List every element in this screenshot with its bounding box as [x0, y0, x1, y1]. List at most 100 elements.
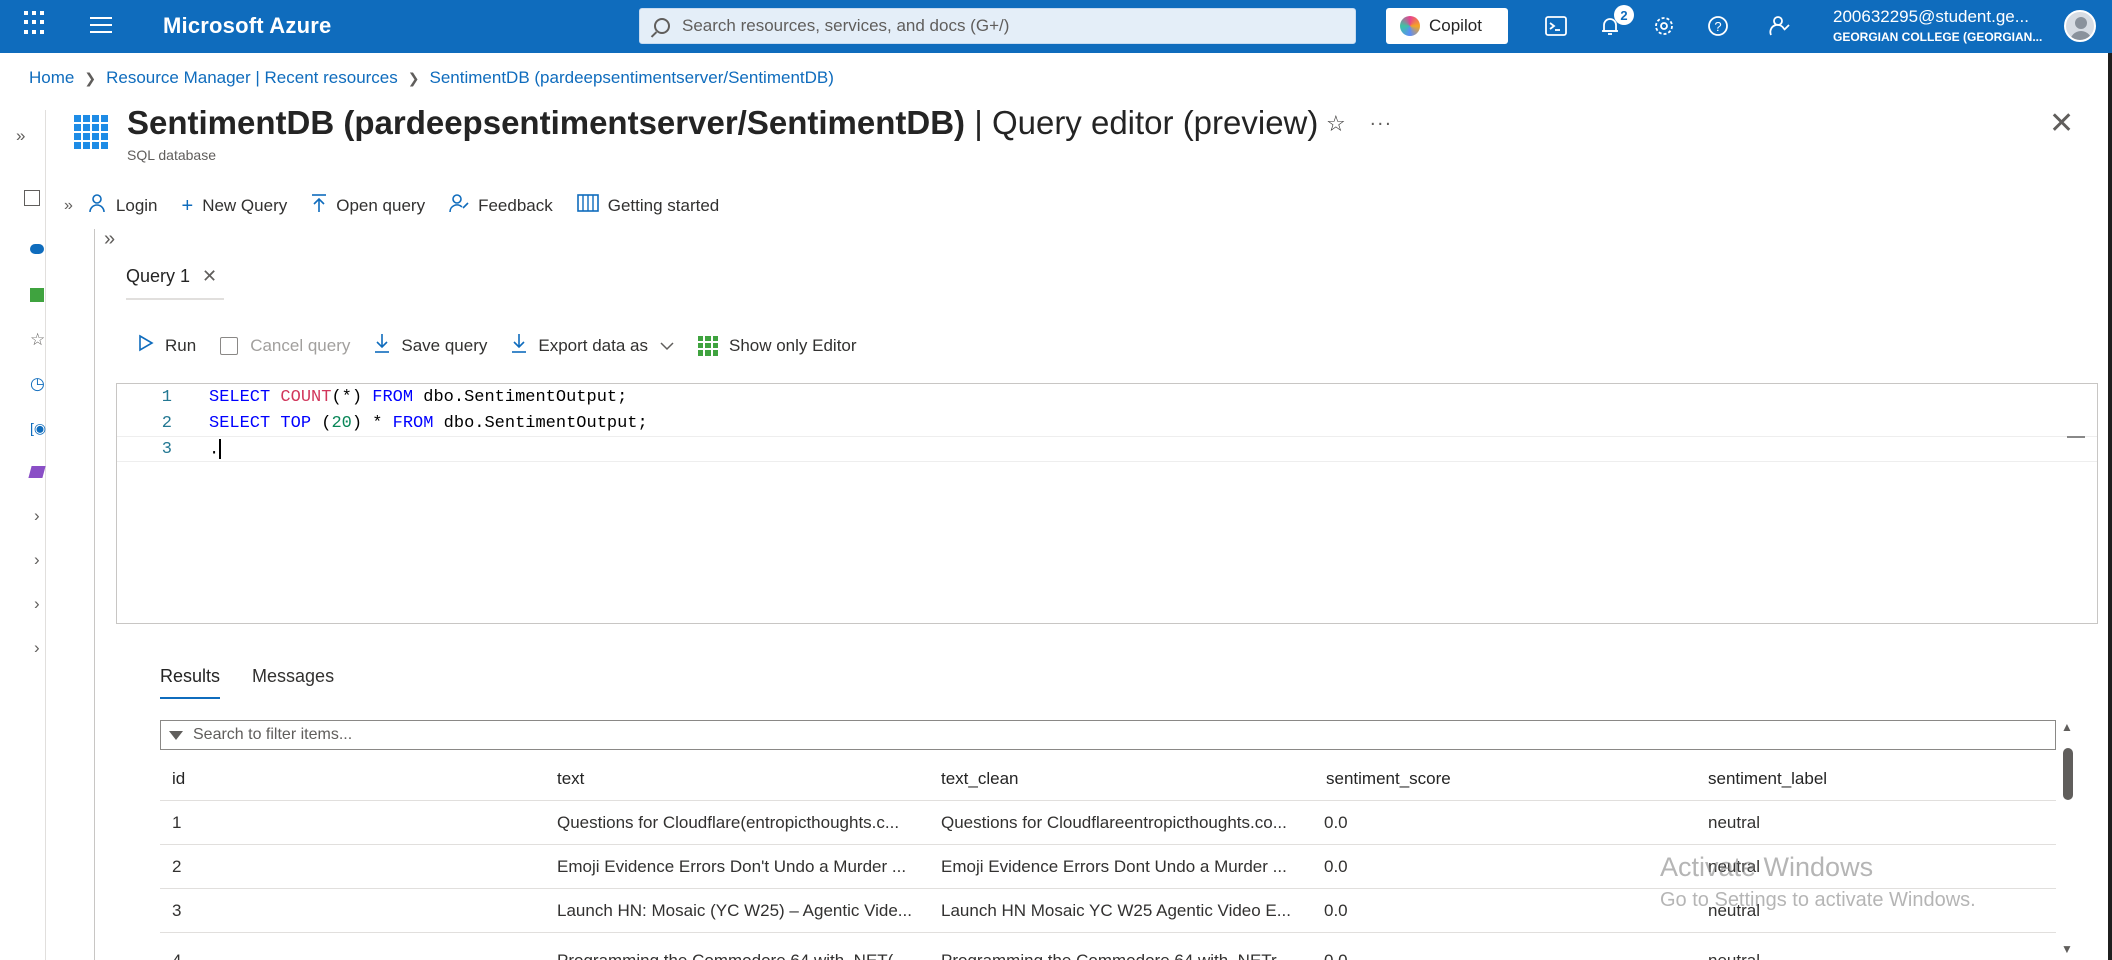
app-launcher-icon[interactable]: [24, 11, 48, 35]
user-avatar[interactable]: [2064, 10, 2096, 42]
chevron-right-icon[interactable]: ›: [34, 638, 52, 657]
code-line: 3 .: [117, 436, 2097, 462]
query-toolbar: Run Cancel query Save query Export data …: [138, 333, 881, 358]
more-options-icon[interactable]: ...: [1370, 108, 1393, 131]
portal-menu-icon[interactable]: [90, 17, 112, 33]
feedback-icon[interactable]: [1766, 12, 1794, 40]
code-text: SELECT COUNT(*) FROM dbo.SentimentOutput…: [209, 387, 628, 407]
column-header-sentiment-score[interactable]: sentiment_score: [1326, 769, 1696, 789]
sql-code-editor[interactable]: 1 SELECT COUNT(*) FROM dbo.SentimentOutp…: [116, 383, 2098, 624]
clock-icon[interactable]: ◷: [30, 374, 48, 393]
export-data-button[interactable]: Export data as: [511, 333, 674, 358]
close-blade-icon[interactable]: ✕: [2049, 106, 2074, 141]
star-icon[interactable]: ☆: [30, 330, 48, 349]
account-email: 200632295@student.ge...: [1833, 7, 2029, 26]
tab-messages[interactable]: Messages: [252, 666, 334, 699]
command-bar: » Login + New Query Open query Feedback …: [64, 190, 743, 222]
page-title: SentimentDB (pardeepsentimentserver/Sent…: [127, 104, 1318, 142]
cell-text-clean: Emoji Evidence Errors Dont Undo a Murder…: [941, 856, 1287, 876]
plus-icon: +: [181, 194, 194, 217]
login-button[interactable]: Login: [87, 193, 158, 219]
run-label: Run: [165, 335, 197, 355]
scroll-down-arrow-icon[interactable]: ▼: [2061, 942, 2073, 956]
feedback-person-icon: [449, 193, 469, 219]
tab-query-1[interactable]: Query 1 ✕: [126, 266, 217, 287]
cell-text: Launch HN: Mosaic (YC W25) – Agentic Vid…: [557, 900, 912, 920]
cell-sentiment-score: 0.0: [1324, 900, 1348, 920]
person-icon: [87, 193, 107, 219]
column-header-id[interactable]: id: [172, 769, 532, 789]
table-row[interactable]: 1 Questions for Cloudflare(entropicthoug…: [160, 800, 2056, 844]
open-query-button[interactable]: Open query: [311, 193, 425, 219]
cell-id: 2: [172, 856, 182, 876]
account-menu[interactable]: 200632295@student.ge... GEORGIAN COLLEGE…: [1833, 7, 2042, 44]
results-scrollbar[interactable]: ▲ ▼: [2061, 720, 2075, 960]
code-line: 1 SELECT COUNT(*) FROM dbo.SentimentOutp…: [117, 384, 2097, 410]
cancel-query-label: Cancel query: [250, 335, 351, 355]
global-search-input[interactable]: Search resources, services, and docs (G+…: [639, 8, 1356, 44]
breadcrumb-home[interactable]: Home: [29, 68, 74, 88]
run-button[interactable]: Run: [138, 334, 196, 357]
overview-icon[interactable]: [30, 244, 44, 254]
expand-menu-icon[interactable]: »: [16, 126, 34, 145]
feedback-button[interactable]: Feedback: [449, 193, 553, 219]
diagnose-icon[interactable]: [28, 466, 46, 478]
table-header-row: id text text_clean sentiment_score senti…: [160, 757, 2056, 801]
cancel-query-button[interactable]: Cancel query: [220, 336, 350, 356]
window-border: [2108, 53, 2112, 960]
cell-sentiment-label: neutral: [1708, 812, 1760, 832]
open-query-label: Open query: [336, 196, 426, 215]
getting-started-button[interactable]: Getting started: [576, 193, 719, 219]
cell-id: 1: [172, 812, 182, 832]
show-only-editor-button[interactable]: Show only Editor: [697, 335, 857, 356]
login-label: Login: [115, 196, 158, 215]
menu-search-icon[interactable]: [24, 190, 40, 206]
line-number: 3: [161, 439, 172, 459]
favorite-star-icon[interactable]: ☆: [1326, 111, 1346, 137]
tags-icon[interactable]: [◉: [30, 420, 48, 438]
close-tab-icon[interactable]: ✕: [202, 266, 217, 286]
new-query-button[interactable]: + New Query: [182, 195, 288, 218]
cell-text: Questions for Cloudflare(entropicthought…: [557, 812, 900, 832]
chevron-right-icon[interactable]: ›: [34, 550, 52, 569]
breadcrumb-resource-manager[interactable]: Resource Manager | Recent resources: [106, 68, 398, 88]
column-header-sentiment-label[interactable]: sentiment_label: [1708, 769, 2038, 789]
filter-icon: [169, 730, 183, 740]
watermark-subtitle: Go to Settings to activate Windows.: [1660, 889, 1976, 911]
activate-windows-watermark: Activate Windows Go to Settings to activ…: [1660, 852, 1976, 912]
settings-gear-icon[interactable]: [1650, 12, 1678, 40]
account-org: GEORGIAN COLLEGE (GEORGIAN...: [1833, 30, 2043, 44]
page-subtitle: SQL database: [127, 147, 216, 163]
cell-sentiment-score: 0.0: [1324, 856, 1348, 876]
activity-icon[interactable]: [30, 288, 44, 302]
cell-sentiment-score: 0.0: [1324, 812, 1348, 832]
column-header-text[interactable]: text: [557, 769, 930, 789]
breadcrumb-current[interactable]: SentimentDB (pardeepsentimentserver/Sent…: [430, 68, 834, 88]
code-text: SELECT TOP (20) * FROM dbo.SentimentOutp…: [209, 413, 648, 433]
help-icon[interactable]: ?: [1704, 12, 1732, 40]
scrollbar-thumb[interactable]: [2063, 748, 2073, 800]
save-query-label: Save query: [401, 335, 488, 355]
azure-brand[interactable]: Microsoft Azure: [163, 13, 331, 39]
cell-id: 4: [172, 951, 532, 960]
collapse-explorer-icon[interactable]: »: [104, 228, 115, 251]
scroll-up-arrow-icon[interactable]: ▲: [2061, 720, 2073, 734]
table-row[interactable]: 4 Programming the Commodore 64 with .NET…: [160, 932, 2056, 960]
upload-arrow-icon: [311, 193, 327, 219]
results-filter-input[interactable]: Search to filter items...: [160, 720, 2056, 750]
cell-text: Emoji Evidence Errors Don't Undo a Murde…: [557, 856, 907, 876]
download-arrow-icon: [374, 333, 390, 358]
chevron-right-icon[interactable]: ›: [34, 506, 52, 525]
code-text: .: [209, 438, 222, 460]
save-query-button[interactable]: Save query: [374, 333, 487, 358]
line-number: 1: [161, 387, 172, 407]
breadcrumb: Home ❯ Resource Manager | Recent resourc…: [29, 68, 834, 88]
tab-results[interactable]: Results: [160, 666, 221, 699]
query-tab-label: Query 1: [126, 266, 191, 286]
copilot-button[interactable]: Copilot: [1386, 8, 1508, 44]
chevron-right-icon[interactable]: ›: [34, 594, 52, 613]
expand-panel-icon[interactable]: »: [64, 197, 73, 215]
cloud-shell-icon[interactable]: [1542, 12, 1570, 40]
column-header-text-clean[interactable]: text_clean: [941, 769, 1319, 789]
grid-icon: [697, 335, 718, 356]
